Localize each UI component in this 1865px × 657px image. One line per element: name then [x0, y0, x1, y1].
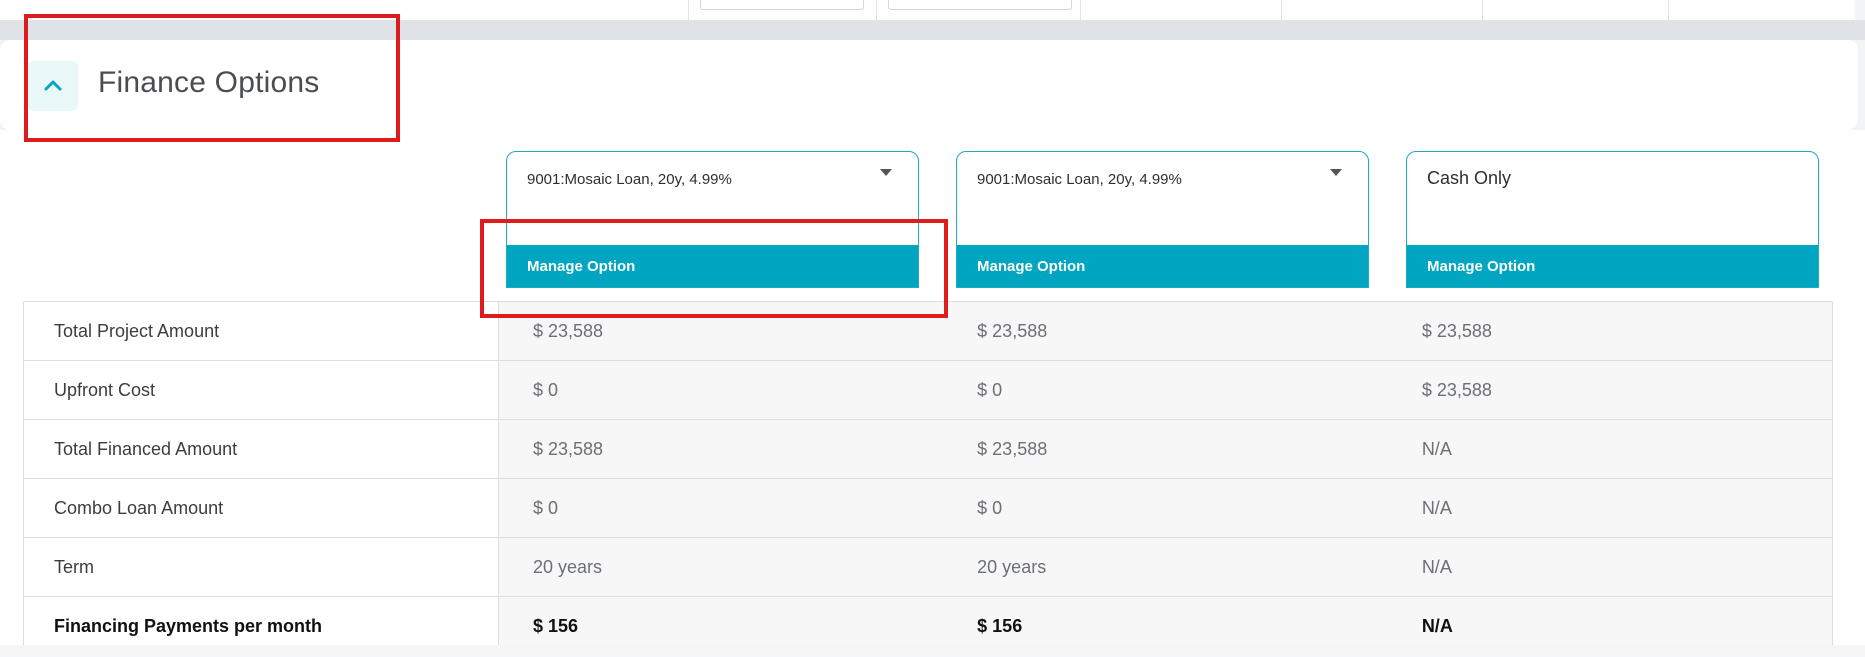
- divider: [1080, 0, 1081, 20]
- row-value: $ 23,588: [943, 419, 1388, 479]
- finance-comparison-table: Total Project Amount $ 23,588 $ 23,588 $…: [23, 301, 1833, 656]
- row-value: N/A: [1387, 419, 1833, 479]
- page-bottom: [0, 645, 1865, 657]
- row-value: 20 years: [943, 537, 1388, 597]
- manage-option-button-1[interactable]: Manage Option: [507, 245, 918, 287]
- table-row: Term 20 years 20 years N/A: [23, 537, 1833, 597]
- section-gap: [0, 20, 1865, 40]
- table-row: Total Project Amount $ 23,588 $ 23,588 $…: [23, 301, 1833, 361]
- row-label: Total Financed Amount: [23, 419, 499, 479]
- previous-input-1[interactable]: [700, 0, 864, 10]
- row-value: $ 0: [498, 360, 944, 420]
- divider: [1482, 0, 1483, 20]
- finance-option-select-1[interactable]: 9001:Mosaic Loan, 20y, 4.99%: [507, 152, 918, 246]
- row-value: $ 0: [498, 478, 944, 538]
- table-row: Upfront Cost $ 0 $ 0 $ 23,588: [23, 360, 1833, 420]
- row-value: 20 years: [498, 537, 944, 597]
- row-label: Total Project Amount: [23, 301, 499, 361]
- finance-option-card-3: Cash Only Manage Option: [1406, 151, 1819, 288]
- divider: [1281, 0, 1282, 20]
- finance-options-header: Finance Options: [0, 40, 1858, 130]
- row-value: $ 23,588: [498, 301, 944, 361]
- section-title: Finance Options: [98, 66, 320, 99]
- finance-option-selected-value: Cash Only: [1427, 168, 1512, 188]
- row-value: N/A: [1387, 537, 1833, 597]
- row-value: N/A: [1387, 478, 1833, 538]
- row-value: $ 23,588: [1387, 301, 1833, 361]
- finance-option-card-2: 9001:Mosaic Loan, 20y, 4.99% Manage Opti…: [956, 151, 1369, 288]
- finance-option-select-2[interactable]: 9001:Mosaic Loan, 20y, 4.99%: [957, 152, 1368, 246]
- row-value: $ 23,588: [943, 301, 1388, 361]
- collapse-section-button[interactable]: [28, 61, 78, 111]
- finance-option-card-1: 9001:Mosaic Loan, 20y, 4.99% Manage Opti…: [506, 151, 919, 288]
- previous-input-2[interactable]: [888, 0, 1072, 10]
- row-value: $ 0: [943, 478, 1388, 538]
- finance-option-selected-value: 9001:Mosaic Loan, 20y, 4.99%: [977, 171, 1182, 188]
- row-label: Combo Loan Amount: [23, 478, 499, 538]
- table-row: Combo Loan Amount $ 0 $ 0 N/A: [23, 478, 1833, 538]
- row-value: $ 0: [943, 360, 1388, 420]
- row-value: $ 23,588: [498, 419, 944, 479]
- dropdown-caret-icon: [1330, 169, 1342, 176]
- finance-option-selected-value: 9001:Mosaic Loan, 20y, 4.99%: [527, 171, 732, 188]
- row-label: Upfront Cost: [23, 360, 499, 420]
- divider: [688, 0, 689, 20]
- row-label: Term: [23, 537, 499, 597]
- manage-option-button-2[interactable]: Manage Option: [957, 245, 1368, 287]
- table-row: Total Financed Amount $ 23,588 $ 23,588 …: [23, 419, 1833, 479]
- dropdown-caret-icon: [880, 169, 892, 176]
- chevron-up-icon: [44, 80, 62, 91]
- previous-section-strip: [0, 0, 1855, 21]
- manage-option-button-3[interactable]: Manage Option: [1407, 245, 1818, 287]
- finance-option-select-3[interactable]: Cash Only: [1407, 152, 1818, 246]
- row-value: $ 23,588: [1387, 360, 1833, 420]
- divider: [876, 0, 877, 20]
- divider: [1668, 0, 1669, 20]
